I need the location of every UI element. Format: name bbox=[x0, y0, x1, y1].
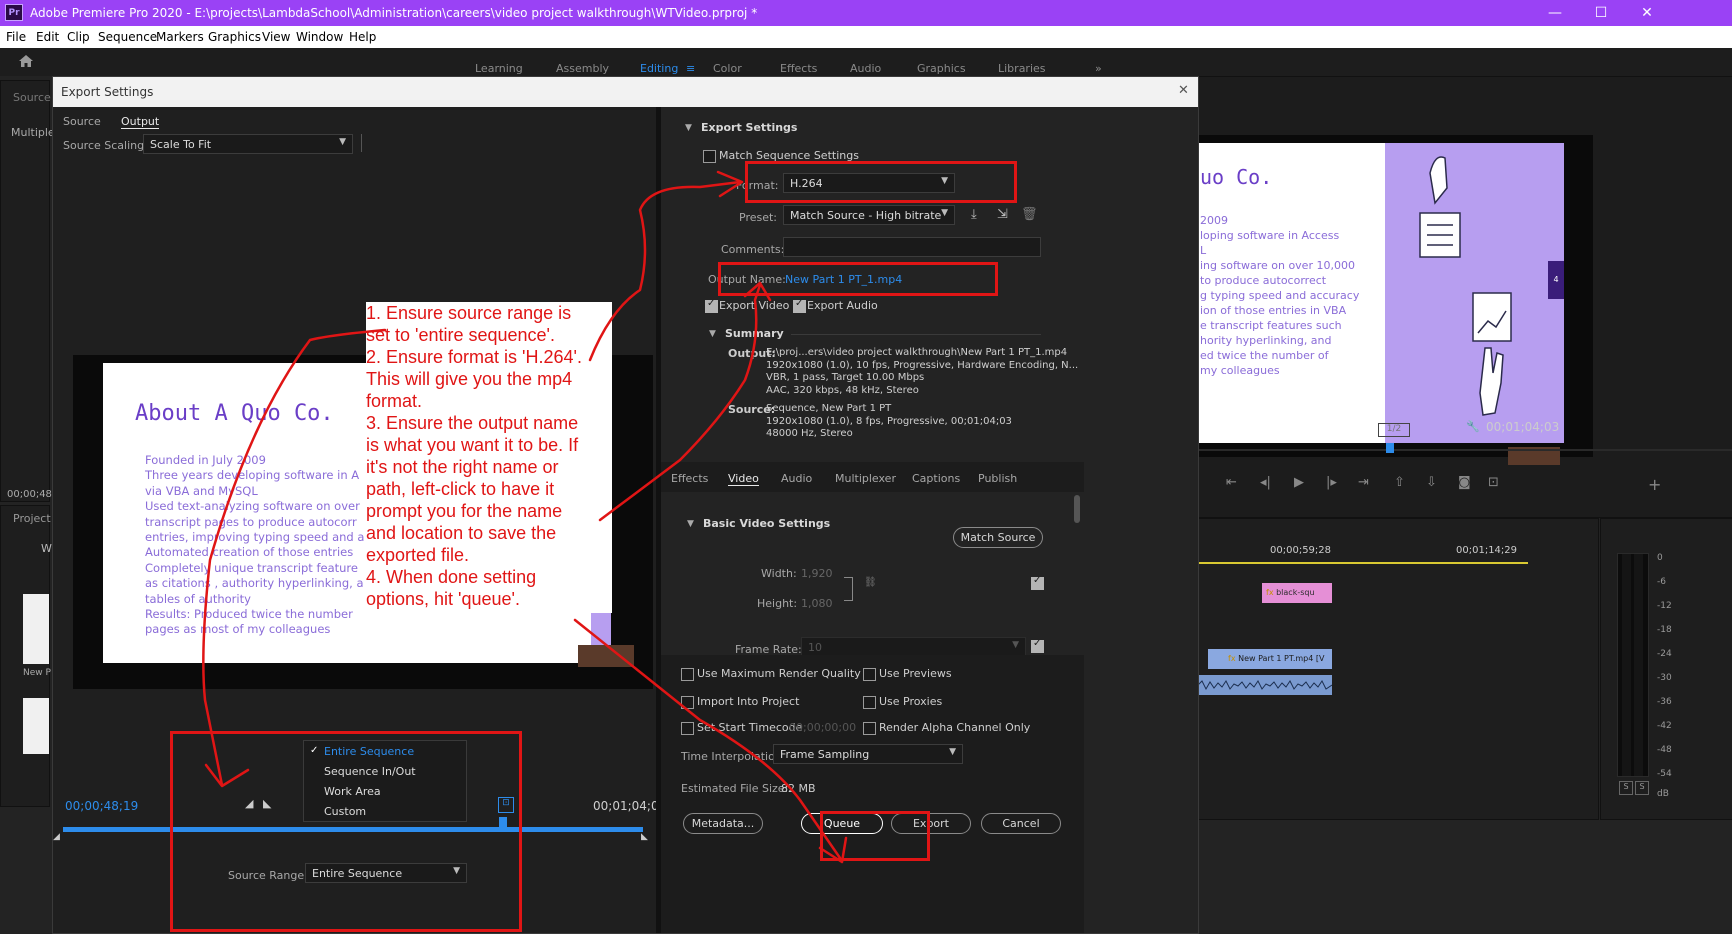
arrow-to-source-range bbox=[202, 328, 387, 787]
annotation-arrows bbox=[202, 170, 848, 864]
arrow-to-source-range-head bbox=[204, 763, 250, 788]
arrow-to-queue bbox=[573, 618, 842, 860]
arrow-to-format bbox=[588, 180, 742, 362]
arrow-to-output-name bbox=[598, 283, 762, 522]
